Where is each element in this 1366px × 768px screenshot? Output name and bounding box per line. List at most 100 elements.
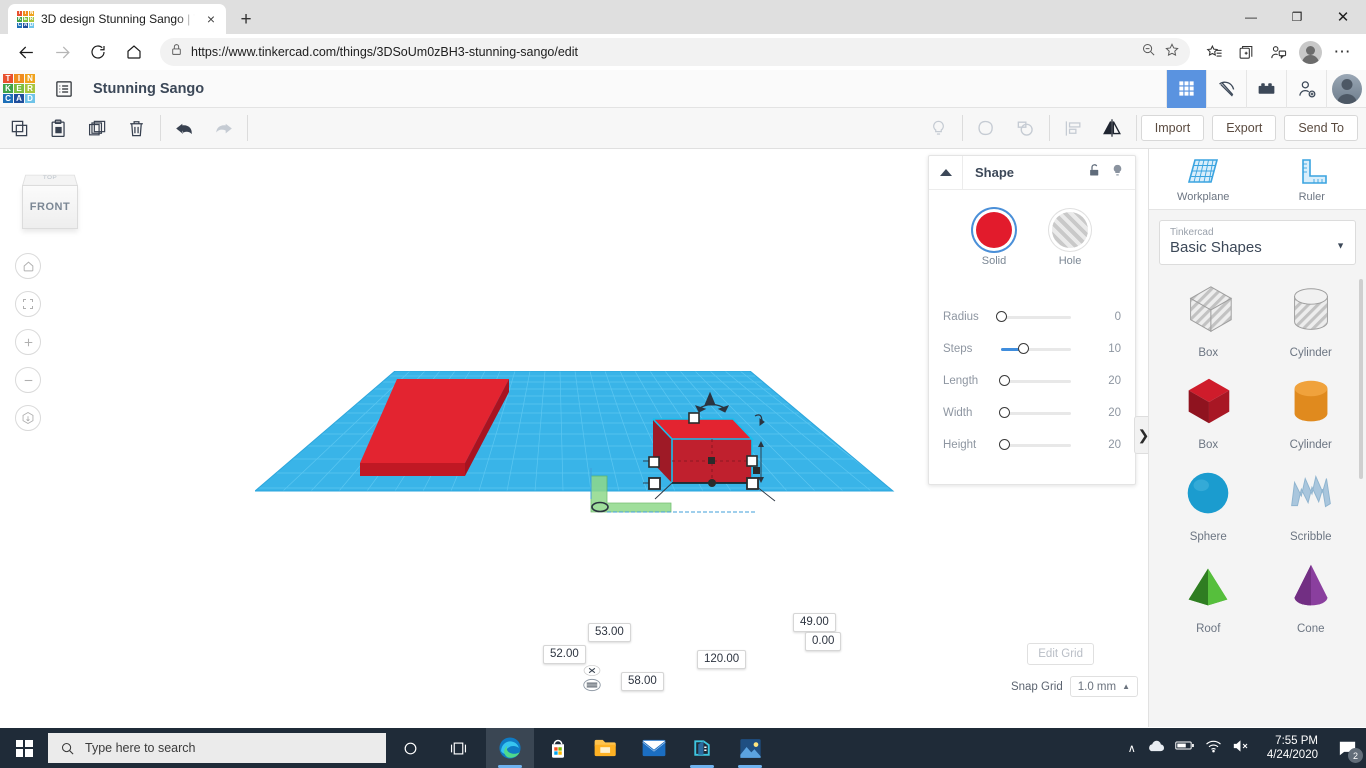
window-close-button[interactable]: ✕ [1320, 0, 1366, 34]
grid-apps-icon[interactable] [1166, 70, 1206, 108]
export-button[interactable]: Export [1212, 115, 1276, 141]
align-icon[interactable] [1054, 108, 1093, 149]
taskbar-search-input[interactable]: Type here to search [48, 733, 386, 763]
slider-track[interactable] [1001, 444, 1071, 447]
perspective-toggle-icon[interactable] [15, 405, 41, 431]
browser-tab[interactable]: TINKERCAD 3D design Stunning Sango | Tin… [8, 4, 226, 34]
minecraft-pickaxe-icon[interactable] [1206, 70, 1246, 108]
settings-more-icon[interactable]: ⋯ [1326, 37, 1358, 67]
lightbulb-icon[interactable] [919, 108, 958, 149]
slider-length[interactable]: Length20 [943, 365, 1121, 397]
lego-brick-icon[interactable] [1246, 70, 1286, 108]
microsoft-store-taskbar-icon[interactable] [534, 728, 582, 768]
add-person-icon[interactable] [1286, 70, 1326, 108]
tray-chevron-up-icon[interactable]: ∧ [1128, 742, 1136, 755]
notification-center-button[interactable]: 2 [1334, 735, 1360, 761]
cortana-button[interactable] [386, 728, 434, 768]
solid-mode-button[interactable]: Solid [976, 212, 1012, 267]
ungroup-icon[interactable] [1006, 108, 1045, 149]
paste-icon[interactable] [39, 108, 78, 149]
home-button[interactable] [116, 36, 152, 68]
slider-height[interactable]: Height20 [943, 429, 1121, 461]
library-shape-cone[interactable]: Cone [1260, 557, 1363, 635]
collections-icon[interactable] [1230, 37, 1262, 67]
add-favorite-star-icon[interactable] [1164, 42, 1180, 63]
edge-taskbar-icon[interactable] [486, 728, 534, 768]
window-maximize-button[interactable]: ❐ [1274, 0, 1320, 34]
import-button[interactable]: Import [1141, 115, 1204, 141]
slider-knob[interactable] [996, 311, 1007, 322]
library-shape-box[interactable]: Box [1157, 373, 1260, 451]
wifi-icon[interactable] [1205, 739, 1222, 758]
lightbulb-icon[interactable] [1110, 163, 1125, 183]
tinkercad-logo-icon[interactable]: TINKERCAD [3, 74, 35, 104]
library-shape-sphere[interactable]: Sphere [1157, 465, 1260, 543]
library-shape-cylinder[interactable]: Cylinder [1260, 373, 1363, 451]
zoom-out-icon[interactable] [15, 367, 41, 393]
hole-swatch[interactable] [1052, 212, 1088, 248]
dim-z-position[interactable]: 0.00 [805, 632, 841, 651]
slider-track[interactable] [1001, 380, 1071, 383]
address-bar[interactable]: https://www.tinkercad.com/things/3DSoUm0… [160, 38, 1190, 66]
library-shape-roof[interactable]: Roof [1157, 557, 1260, 635]
hole-mode-button[interactable]: Hole [1052, 212, 1088, 267]
favorites-icon[interactable] [1198, 37, 1230, 67]
dim-left-offset[interactable]: 52.00 [543, 645, 586, 664]
library-shape-box-hole[interactable]: Box [1157, 281, 1260, 359]
user-avatar[interactable] [1326, 70, 1366, 108]
slider-radius[interactable]: Radius0 [943, 301, 1121, 333]
duplicate-icon[interactable] [78, 108, 117, 149]
file-explorer-taskbar-icon[interactable] [582, 728, 630, 768]
view-cube[interactable]: TOP FRONT [16, 169, 84, 233]
window-minimize-button[interactable]: — [1228, 0, 1274, 34]
delete-trash-icon[interactable] [117, 108, 156, 149]
dim-back-offset[interactable]: 53.00 [588, 623, 631, 642]
unlock-icon[interactable] [1087, 163, 1102, 183]
onedrive-cloud-icon[interactable] [1146, 739, 1165, 758]
library-scrollbar[interactable] [1359, 279, 1363, 479]
redo-icon[interactable] [204, 108, 243, 149]
slider-knob[interactable] [999, 375, 1010, 386]
library-shape-scribble[interactable]: Scribble [1260, 465, 1363, 543]
forward-button[interactable] [44, 36, 80, 68]
battery-icon[interactable] [1175, 739, 1195, 757]
zoom-out-icon[interactable] [1141, 42, 1156, 62]
library-shape-cylinder-hole[interactable]: Cylinder [1260, 281, 1363, 359]
slider-steps[interactable]: Steps10 [943, 333, 1121, 365]
slider-track[interactable] [1001, 348, 1071, 351]
clock[interactable]: 7:55 PM 4/24/2020 [1267, 734, 1318, 762]
slider-track[interactable] [1001, 316, 1071, 319]
dim-height[interactable]: 49.00 [793, 613, 836, 632]
copy-icon[interactable] [0, 108, 39, 149]
dim-front-offset[interactable]: 58.00 [621, 672, 664, 691]
workplane-tool[interactable]: Workplane [1149, 157, 1258, 203]
ruler-tool[interactable]: Ruler [1258, 157, 1366, 203]
collapse-triangle-icon[interactable] [929, 156, 963, 190]
dim-length[interactable]: 120.00 [697, 650, 746, 669]
feedback-icon[interactable] [1262, 37, 1294, 67]
ruler-units-icon[interactable] [583, 678, 601, 697]
tab-close-icon[interactable]: × [202, 12, 220, 26]
new-tab-button[interactable]: + [232, 6, 260, 34]
back-button[interactable] [8, 36, 44, 68]
send-to-button[interactable]: Send To [1284, 115, 1358, 141]
photos-taskbar-icon[interactable] [726, 728, 774, 768]
reload-button[interactable] [80, 36, 116, 68]
view-cube-front-face[interactable]: FRONT [22, 185, 78, 229]
office-app-taskbar-icon[interactable] [678, 728, 726, 768]
list-menu-icon[interactable] [49, 70, 79, 108]
document-title[interactable]: Stunning Sango [93, 81, 204, 97]
snap-grid-dropdown[interactable]: 1.0 mm ▲ [1070, 676, 1138, 697]
undo-icon[interactable] [165, 108, 204, 149]
mirror-icon[interactable] [1093, 108, 1132, 149]
home-view-icon[interactable] [15, 253, 41, 279]
mail-taskbar-icon[interactable] [630, 728, 678, 768]
zoom-in-icon[interactable] [15, 329, 41, 355]
slider-knob[interactable] [999, 407, 1010, 418]
volume-muted-icon[interactable] [1232, 739, 1251, 758]
task-view-button[interactable] [434, 728, 482, 768]
edit-grid-button[interactable]: Edit Grid [1027, 643, 1094, 665]
workplane-grid[interactable] [255, 371, 900, 716]
slider-track[interactable] [1001, 412, 1071, 415]
slider-width[interactable]: Width20 [943, 397, 1121, 429]
